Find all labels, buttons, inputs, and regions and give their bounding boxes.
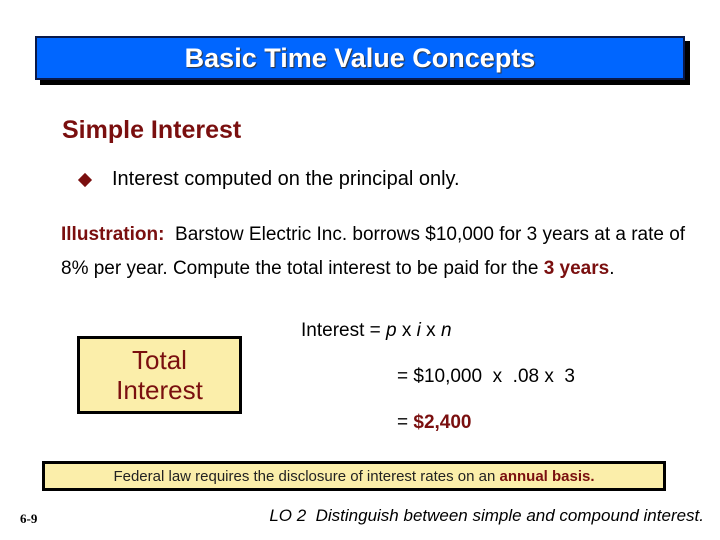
banner-text: Federal law requires the disclosure of i… bbox=[113, 467, 500, 485]
diamond-bullet-icon bbox=[77, 172, 93, 187]
formula-prefix: Interest = bbox=[301, 320, 387, 341]
formula-result: $2,400 bbox=[413, 412, 472, 433]
formula-equals: = bbox=[397, 412, 414, 433]
formula-var-n: n bbox=[440, 320, 452, 341]
total-box-line-1: Total bbox=[132, 345, 187, 375]
formula-line-1: Interest = p x i x n bbox=[301, 320, 452, 342]
banner-highlight: annual basis. bbox=[499, 467, 595, 485]
learning-objective: LO 2 Distinguish between simple and comp… bbox=[269, 506, 704, 525]
formula-times-2: x bbox=[420, 320, 441, 341]
title-bar: Basic Time Value Concepts bbox=[35, 36, 685, 80]
illustration-highlight: 3 years bbox=[543, 258, 610, 279]
total-box-line-2: Interest bbox=[116, 375, 203, 405]
illustration-paragraph: Illustration: Barstow Electric Inc. borr… bbox=[61, 218, 701, 286]
bullet-item: Interest computed on the principal only. bbox=[77, 168, 460, 191]
formula-times-1: x bbox=[396, 320, 417, 341]
formula-line-3: = $2,400 bbox=[397, 412, 472, 434]
bullet-text: Interest computed on the principal only. bbox=[112, 168, 460, 190]
slide-title: Basic Time Value Concepts bbox=[184, 42, 536, 73]
page-number: 6-9 bbox=[20, 511, 38, 526]
disclosure-banner: Federal law requires the disclosure of i… bbox=[42, 461, 666, 491]
total-interest-box: Total Interest bbox=[77, 336, 242, 414]
illustration-label: Illustration: bbox=[61, 224, 165, 245]
formula-line-2: = $10,000 x .08 x 3 bbox=[397, 366, 575, 387]
illustration-end: . bbox=[609, 258, 615, 279]
formula-var-p: p bbox=[386, 320, 397, 341]
section-heading: Simple Interest bbox=[62, 116, 242, 144]
